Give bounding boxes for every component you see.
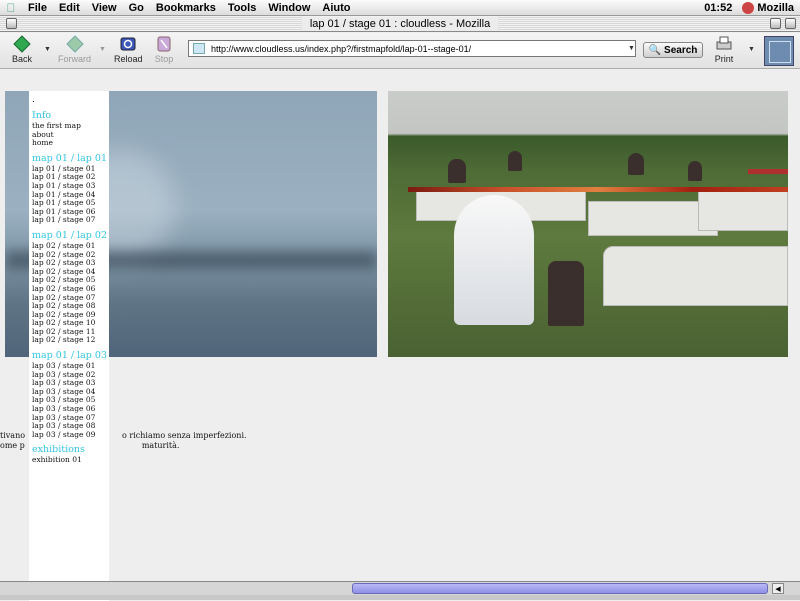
menu-clock[interactable]: 01:52 — [694, 2, 742, 14]
section-heading-lap-01: map 01 / lap 01 — [32, 152, 107, 164]
printer-icon — [714, 34, 734, 54]
window-title: lap 01 / stage 01 : cloudless - Mozilla — [301, 16, 499, 31]
search-icon: 🔍 — [648, 44, 662, 56]
url-field[interactable]: http://www.cloudless.us/index.php?/first… — [188, 40, 636, 57]
zoom-window-button[interactable] — [770, 18, 781, 29]
forward-history-dropdown-icon[interactable]: ▼ — [99, 46, 106, 53]
close-window-button[interactable] — [6, 18, 17, 29]
photo-cemetery — [388, 91, 788, 357]
body-text-line1-end: o richiamo senza imperfezioni. — [122, 431, 247, 440]
body-text-line1-start: tivano — [0, 431, 26, 440]
window-title-bar[interactable]: lap 01 / stage 01 : cloudless - Mozilla — [0, 16, 800, 32]
horizontal-scrollbar[interactable]: ◀ — [0, 581, 800, 595]
menu-go[interactable]: Go — [123, 0, 150, 16]
forward-label: Forward — [58, 54, 92, 64]
forward-arrow-icon — [65, 34, 85, 54]
body-text-line2-start: ome p — [0, 441, 25, 450]
url-text: http://www.cloudless.us/index.php?/first… — [211, 43, 472, 54]
forward-button[interactable]: Forward — [58, 34, 91, 68]
menu-bookmarks[interactable]: Bookmarks — [150, 0, 222, 16]
nav-link-lap03-stage09[interactable]: lap 03 / stage 09 — [32, 430, 109, 440]
throbber-icon[interactable] — [764, 36, 794, 66]
menu-edit[interactable]: Edit — [53, 0, 86, 16]
navigation-toolbar: Back ▼ Forward ▼ Reload Stop http://www.… — [0, 33, 800, 69]
nav-link-lap02-stage12[interactable]: lap 02 / stage 12 — [32, 336, 109, 345]
reload-button[interactable]: Reload — [114, 34, 143, 68]
menu-help[interactable]: Aiuto — [316, 0, 356, 16]
application-menu[interactable]: Mozilla — [742, 1, 800, 14]
menu-window[interactable]: Window — [262, 0, 316, 16]
back-label: Back — [12, 54, 33, 64]
print-button[interactable]: Print — [714, 34, 734, 68]
back-button[interactable]: Back — [12, 34, 32, 68]
stop-icon — [154, 34, 174, 54]
back-arrow-icon — [12, 34, 32, 54]
print-label: Print — [714, 54, 734, 64]
application-name: Mozilla — [757, 1, 794, 14]
nav-link-exhibition01[interactable]: exhibition 01 — [32, 456, 109, 465]
figure-in-white-blanket — [454, 195, 534, 325]
reload-icon — [118, 34, 138, 54]
scrollbar-thumb[interactable] — [352, 583, 768, 594]
scroll-left-arrow-icon[interactable]: ◀ — [772, 583, 784, 594]
sidebar-navigation: . Info the first map about home map 01 /… — [29, 91, 109, 601]
page-icon — [193, 43, 205, 54]
nav-link-lap01-stage07[interactable]: lap 01 / stage 07 — [32, 216, 109, 225]
apple-menu-icon[interactable]:  — [0, 1, 22, 15]
page-content: tivano o richiamo senza imperfezioni. ome… — [0, 70, 800, 601]
menu-file[interactable]: File — [22, 0, 53, 16]
print-dropdown-icon[interactable]: ▼ — [748, 46, 755, 53]
search-label: Search — [664, 44, 698, 56]
collapse-window-button[interactable] — [785, 18, 796, 29]
reload-label: Reload — [114, 54, 143, 64]
url-dropdown-icon[interactable]: ▼ — [628, 45, 635, 52]
stop-button[interactable]: Stop — [154, 34, 174, 68]
sidebar-dot: . — [32, 95, 35, 105]
body-text-line2-end: maturità. — [141, 441, 180, 450]
mozilla-icon — [742, 1, 755, 14]
menu-tools[interactable]: Tools — [222, 0, 263, 16]
search-button[interactable]: 🔍 Search — [643, 42, 703, 58]
nav-link-home[interactable]: home — [32, 139, 109, 148]
back-history-dropdown-icon[interactable]: ▼ — [44, 46, 51, 53]
stop-label: Stop — [154, 54, 174, 64]
menu-view[interactable]: View — [86, 0, 123, 16]
menu-bar:  File Edit View Go Bookmarks Tools Wind… — [0, 0, 800, 16]
